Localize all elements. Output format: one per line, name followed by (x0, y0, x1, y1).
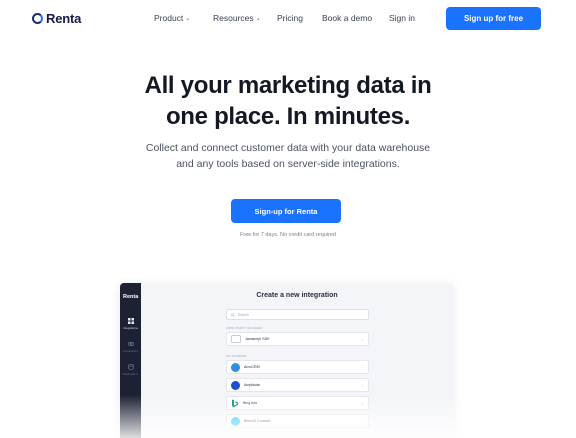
section-first-party: FIRST-PARTY SOURCES (226, 326, 263, 330)
preview-sidebar-label: Integrations (123, 326, 138, 330)
section-ad-sources: AD SOURCES (226, 354, 247, 358)
sdk-icon (231, 335, 241, 343)
bitrix-icon (231, 416, 240, 426)
nav-sign-in-label: Sign in (389, 13, 415, 23)
hero-subtitle: Collect and connect customer data with y… (0, 141, 576, 172)
integration-label: Javascript SDK (245, 337, 270, 341)
logo-text: Renta (46, 11, 82, 26)
nav-sign-in[interactable]: Sign in (389, 13, 415, 23)
nav-resources[interactable]: Resources ⌄ (213, 13, 261, 23)
search-placeholder: Search (238, 312, 250, 317)
nav-product-label: Product (154, 13, 184, 23)
nav-product[interactable]: Product ⌄ (154, 13, 190, 23)
integration-label: Bitrix24 Connect (244, 419, 271, 423)
renta-logo-icon (32, 13, 43, 24)
hero-subtitle-line-2: and any tools based on server-side integ… (176, 157, 400, 170)
chevron-right-icon: › (361, 400, 363, 406)
hero-subtitle-line-1: Collect and connect customer data with y… (145, 142, 431, 154)
integration-row-bitrix24[interactable]: Bitrix24 Connect › (226, 414, 369, 428)
nav-pricing-label: Pricing (277, 13, 303, 23)
integration-label: Bing Ads (243, 401, 258, 405)
preview-sidebar-label: Destinations (122, 372, 139, 376)
cta-signup-button[interactable]: Sign-up for Renta (231, 199, 341, 223)
cta-note: Free for 7 days. No credit card required (240, 232, 336, 238)
signup-button[interactable]: Sign up for free (446, 7, 541, 30)
chevron-right-icon: › (361, 336, 363, 342)
database-icon (127, 364, 134, 370)
integration-row-amplitude[interactable]: Amplitude › (226, 378, 369, 392)
integration-row-bing-ads[interactable]: Bing Ads › (226, 396, 369, 410)
preview-sidebar: Renta Integrations Connections Destinati… (120, 283, 141, 438)
logo[interactable]: Renta (32, 11, 81, 26)
preview-sidebar-connections[interactable]: Connections (120, 341, 141, 353)
integration-row-amocrm[interactable]: AmoCRM › (226, 360, 369, 374)
integration-row-javascript-sdk[interactable]: Javascript SDK › (226, 332, 369, 346)
hero-title: All your marketing data in one place. In… (0, 70, 576, 132)
preview-sidebar-integrations[interactable]: Integrations (120, 318, 141, 330)
preview-sidebar-destinations[interactable]: Destinations (120, 364, 141, 376)
chevron-down-icon: ⌄ (185, 15, 191, 22)
link-icon (127, 342, 134, 346)
chevron-right-icon: › (361, 382, 363, 388)
chevron-down-icon: ⌄ (255, 15, 261, 22)
amplitude-icon (231, 380, 240, 390)
preview-title: Create a new integration (256, 292, 338, 299)
nav-book-demo-label: Book a demo (322, 13, 373, 23)
preview-sidebar-label: Connections (122, 349, 139, 353)
preview-search-input[interactable]: Search (226, 309, 369, 320)
integration-label: AmoCRM (244, 365, 260, 369)
top-navigation: Renta Product ⌄ Resources ⌄ Pricing Book… (0, 0, 576, 38)
grid-icon (127, 318, 134, 324)
amocrm-icon (231, 362, 240, 372)
app-preview: Renta Integrations Connections Destinati… (120, 283, 453, 438)
nav-resources-label: Resources (213, 13, 254, 23)
search-icon (231, 312, 235, 317)
chevron-right-icon: › (361, 418, 363, 424)
preview-brand: Renta (123, 294, 139, 300)
hero-title-line-1: All your marketing data in (144, 72, 432, 99)
nav-book-demo[interactable]: Book a demo (322, 13, 372, 23)
integration-label: Amplitude (244, 383, 260, 387)
chevron-right-icon: › (361, 364, 363, 370)
nav-pricing[interactable]: Pricing (277, 13, 303, 23)
hero-title-line-2: one place. In minutes. (165, 103, 411, 130)
bing-icon (232, 399, 238, 407)
